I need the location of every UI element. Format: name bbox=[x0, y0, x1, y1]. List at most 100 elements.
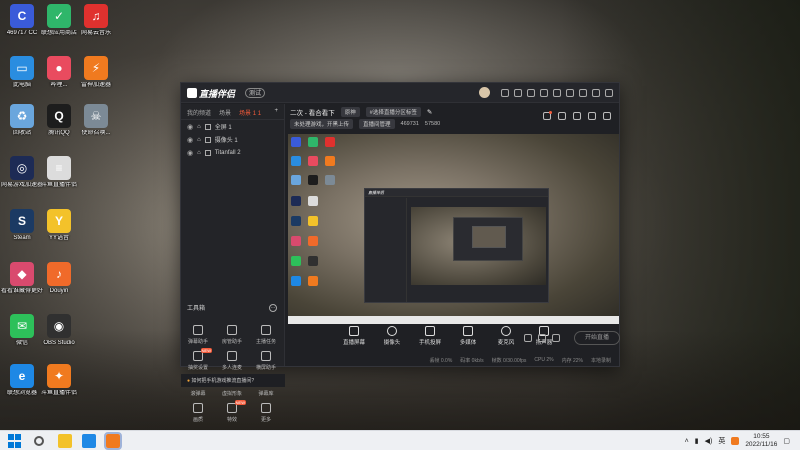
tool-icon bbox=[261, 351, 271, 361]
clock[interactable]: 10:55 2022/11/16 bbox=[745, 433, 777, 449]
game-status-pill[interactable]: 未处理游戏，开黑上传 bbox=[290, 119, 354, 129]
toolbox-item[interactable]: 弹幕助手 bbox=[181, 325, 215, 345]
toolbox-item[interactable]: NEW 抽奖设置 bbox=[181, 348, 215, 371]
source-control-button[interactable]: 麦克风 bbox=[494, 326, 518, 346]
maximize-icon[interactable] bbox=[592, 88, 600, 97]
tool-label: 特效 bbox=[226, 417, 237, 423]
system-tray: ˄ ▮ ◀) 英 10:55 2022/11/16 ▢ bbox=[685, 433, 790, 449]
source-control-button[interactable]: 摄像头 bbox=[380, 326, 404, 346]
settings-icon[interactable] bbox=[553, 88, 561, 97]
windows-start-icon[interactable] bbox=[8, 434, 22, 448]
share-icon[interactable] bbox=[603, 112, 611, 120]
tab-scene-1[interactable]: 场景 1 1 bbox=[239, 108, 261, 117]
desktop-icon[interactable]: ♫ 网易云音乐 bbox=[74, 4, 118, 37]
desktop-app-icon: ✦ bbox=[47, 364, 71, 388]
start-live-button[interactable]: 开始直播 bbox=[574, 331, 620, 345]
toolbox-item[interactable]: 房管助手 bbox=[215, 325, 249, 345]
scene-item[interactable]: ◉ ⌂ 摄像头 1 bbox=[181, 133, 284, 146]
edit-icon[interactable]: ✎ bbox=[427, 108, 432, 116]
desktop-icon[interactable]: ✦ 斗鱼直播伴侣 bbox=[37, 364, 81, 397]
source-control-button[interactable]: 手机投屏 bbox=[418, 326, 442, 346]
notification-icon[interactable]: ▢ bbox=[783, 437, 790, 445]
toolbox-more-icon[interactable]: ··· bbox=[269, 304, 277, 312]
headset-icon[interactable] bbox=[501, 88, 509, 97]
source-control-label: 直播屏幕 bbox=[342, 340, 365, 346]
menu-icon[interactable] bbox=[566, 88, 574, 97]
avatar[interactable] bbox=[479, 87, 490, 98]
eye-icon[interactable]: ◉ bbox=[187, 149, 193, 157]
new-badge: NEW bbox=[200, 348, 212, 353]
desktop-app-icon: Y bbox=[47, 209, 71, 233]
lock-icon[interactable] bbox=[558, 112, 566, 120]
toolbox-item[interactable]: NEW 特效 bbox=[215, 400, 249, 423]
source-control-icon bbox=[349, 326, 359, 336]
version-badge[interactable]: 测试 bbox=[245, 88, 266, 98]
tool-label: 虚拟形象 bbox=[221, 391, 242, 397]
search-icon[interactable] bbox=[34, 436, 44, 446]
desktop-icon[interactable]: Y YY语音 bbox=[37, 209, 81, 242]
toolbox-item[interactable]: 画质 bbox=[181, 403, 215, 423]
desktop-app-icon: ♪ bbox=[47, 262, 71, 286]
game-icon bbox=[204, 149, 211, 156]
desktop-app-icon: ◉ bbox=[47, 314, 71, 338]
chevron-up-icon[interactable]: ˄ bbox=[685, 438, 689, 445]
category-pill[interactable]: 原神 bbox=[340, 107, 360, 117]
tool-label: 画质 bbox=[192, 417, 203, 423]
network-icon[interactable]: ▮ bbox=[695, 437, 699, 445]
lock-icon[interactable]: ⌂ bbox=[197, 124, 201, 130]
notice-icon[interactable] bbox=[540, 88, 548, 97]
room-tag-pill[interactable]: #选择直播分区标签 bbox=[365, 107, 421, 117]
record-icon[interactable] bbox=[524, 334, 532, 342]
desktop-app-icon: ♻ bbox=[10, 104, 34, 128]
live-title[interactable]: 二次 - 看合看下 bbox=[290, 107, 335, 117]
desktop-icon[interactable]: ♪ Douyin bbox=[37, 262, 81, 295]
desktop-app-icon: ◎ bbox=[10, 156, 34, 180]
message-icon[interactable] bbox=[527, 88, 535, 97]
gift-icon[interactable] bbox=[543, 111, 552, 120]
tray-app-icon[interactable] bbox=[731, 437, 740, 445]
volume-icon[interactable]: ◀) bbox=[705, 437, 713, 445]
source-control-label: 摄像头 bbox=[383, 340, 401, 346]
bell-icon[interactable] bbox=[588, 112, 596, 120]
edge-icon[interactable] bbox=[82, 434, 96, 448]
shirt-icon[interactable] bbox=[514, 88, 522, 97]
desktop-app-icon: S bbox=[10, 209, 34, 233]
save-icon[interactable] bbox=[573, 112, 581, 120]
toolbox-item[interactable]: 主播任务 bbox=[249, 325, 283, 345]
source-control-button[interactable]: 多媒体 bbox=[456, 326, 480, 346]
file-explorer-icon[interactable] bbox=[58, 434, 72, 448]
preview-nested-window: 直播伴侣 bbox=[364, 188, 549, 303]
preview-nested-title: 直播伴侣 bbox=[365, 189, 548, 197]
room-manage-pill[interactable]: 直播间管理 bbox=[359, 119, 395, 129]
status-local-record[interactable]: 本地录制 bbox=[591, 357, 611, 364]
eye-icon[interactable]: ◉ bbox=[187, 123, 193, 131]
gear-icon[interactable] bbox=[552, 334, 560, 342]
preview-desktop-icon bbox=[291, 196, 301, 206]
minimize-icon[interactable] bbox=[579, 88, 587, 97]
hint-bar[interactable]: ● 如何把手机游戏推流直播间? bbox=[181, 374, 285, 387]
source-control-button[interactable]: 直播屏幕 bbox=[342, 326, 366, 346]
streamer-app-icon[interactable] bbox=[104, 432, 122, 450]
source-control-icon bbox=[387, 326, 397, 336]
scene-item[interactable]: ◉ ⌂ Titanfall 2 bbox=[181, 146, 284, 159]
lock-icon[interactable]: ⌂ bbox=[197, 150, 201, 156]
close-icon[interactable] bbox=[605, 88, 613, 97]
desktop-icon[interactable]: ⚡ 雷神加速器 bbox=[74, 56, 118, 89]
tab-my-channel[interactable]: 我的频道 bbox=[187, 108, 211, 117]
beauty-icon[interactable] bbox=[538, 334, 546, 342]
toolbox-item[interactable]: 更多 bbox=[249, 403, 283, 423]
desktop-icon[interactable]: ◉ OBS Studio bbox=[37, 314, 81, 347]
ime-indicator[interactable]: 英 bbox=[718, 436, 725, 446]
add-scene-icon[interactable]: + bbox=[274, 108, 278, 115]
tab-scenes[interactable]: 场景 bbox=[219, 108, 231, 117]
desktop-icon[interactable]: ☠ 使命召唤... bbox=[74, 104, 118, 137]
desktop-app-icon: ✓ bbox=[47, 4, 71, 28]
eye-icon[interactable]: ◉ bbox=[187, 136, 193, 144]
toolbox-item[interactable]: 多人连麦 bbox=[215, 351, 249, 371]
scene-item[interactable]: ◉ ⌂ 全屏 1 bbox=[181, 120, 284, 133]
stream-preview[interactable]: 直播伴侣 bbox=[288, 134, 619, 324]
desktop-icon[interactable]: ≡ 斗鱼直播伴侣 bbox=[37, 156, 81, 189]
lock-icon[interactable]: ⌂ bbox=[197, 137, 201, 143]
preview-desktop-icon bbox=[291, 137, 301, 147]
toolbox-item[interactable]: 横屏助手 bbox=[249, 351, 283, 371]
